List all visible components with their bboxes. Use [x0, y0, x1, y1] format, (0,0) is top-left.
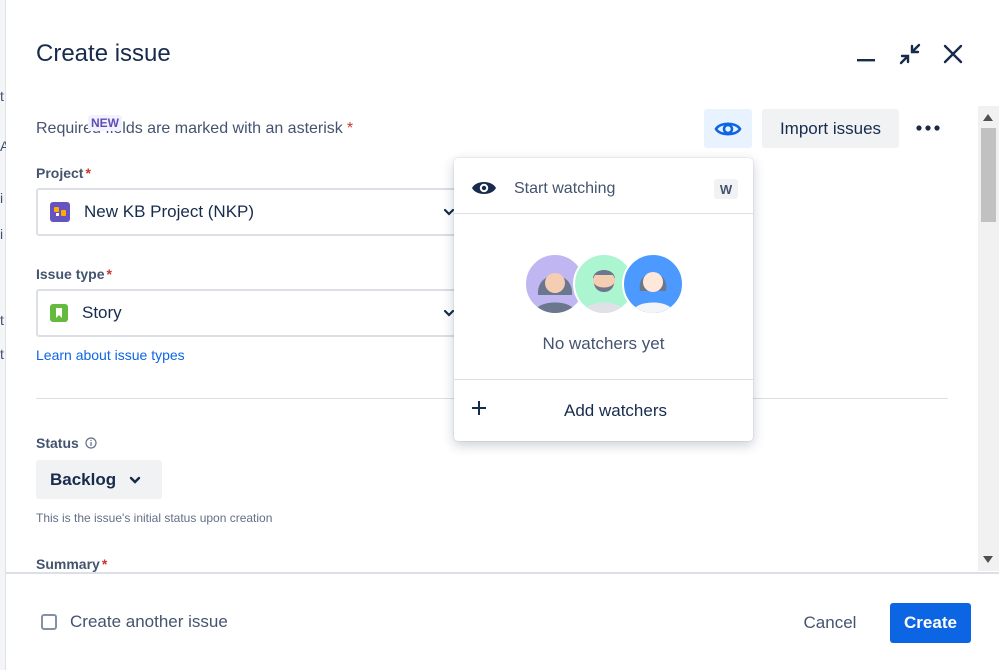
empty-watchers-illustration — [524, 253, 684, 315]
scroll-down-arrow[interactable] — [983, 556, 993, 563]
required-asterisk: * — [85, 165, 91, 181]
avatar — [622, 253, 684, 315]
create-another-checkbox[interactable] — [41, 614, 57, 630]
minimize-icon — [857, 59, 875, 62]
close-icon — [943, 44, 963, 64]
shrink-button[interactable] — [894, 38, 926, 70]
close-button[interactable] — [937, 38, 969, 70]
start-watching-label: Start watching — [514, 180, 616, 197]
scroll-up-arrow[interactable] — [983, 114, 993, 121]
status-label: Status — [36, 435, 97, 451]
required-asterisk: * — [346, 120, 354, 137]
shortcut-key: W — [714, 179, 738, 199]
required-asterisk: * — [106, 266, 112, 282]
create-another-label[interactable]: Create another issue — [70, 612, 228, 632]
project-label-text: Project — [36, 165, 84, 181]
project-select[interactable]: New KB Project (NKP) — [36, 188, 466, 236]
info-icon[interactable] — [85, 437, 97, 449]
required-fields-text: Required fields are marked with an aster… — [36, 120, 343, 137]
no-watchers-text: No watchers yet — [542, 334, 665, 353]
scroll-thumb[interactable] — [981, 128, 996, 222]
modal-footer: Create another issue Cancel Create — [6, 572, 999, 670]
learn-issue-types-link[interactable]: Learn about issue types — [36, 347, 185, 363]
chevron-down-icon — [129, 476, 141, 484]
story-icon — [50, 304, 68, 322]
add-watchers-label: Add watchers — [564, 401, 667, 420]
summary-label-text: Summary — [36, 556, 100, 572]
import-issues-button[interactable]: Import issues — [762, 109, 899, 148]
required-asterisk: * — [101, 556, 108, 572]
watch-button[interactable] — [704, 109, 752, 148]
status-label-text: Status — [36, 435, 79, 451]
eye-icon — [472, 182, 496, 194]
shrink-icon — [899, 43, 921, 65]
popup-divider — [454, 379, 753, 380]
issue-type-select[interactable]: Story — [36, 289, 466, 337]
modal-title: Create issue — [36, 40, 171, 67]
issue-type-label: Issue type * — [36, 266, 112, 282]
more-icon — [916, 125, 940, 131]
project-value: New KB Project (NKP) — [84, 202, 255, 221]
status-helper-text: This is the issue's initial status upon … — [36, 511, 273, 525]
status-value: Backlog — [50, 469, 117, 489]
issue-type-value: Story — [82, 303, 122, 322]
summary-label: Summary * — [36, 556, 107, 572]
minimize-button[interactable] — [850, 38, 882, 70]
new-badge: NEW — [88, 115, 122, 131]
watchers-popup: Start watching W No watchers yet Add wat… — [454, 158, 753, 441]
start-watching-item[interactable]: Start watching W — [454, 158, 753, 213]
cancel-button[interactable]: Cancel — [794, 603, 866, 643]
popup-divider — [454, 213, 753, 214]
create-button[interactable]: Create — [890, 603, 971, 643]
project-label: Project * — [36, 165, 91, 181]
more-actions-button[interactable] — [912, 112, 944, 144]
issue-type-label-text: Issue type — [36, 266, 105, 282]
add-watchers-item[interactable]: Add watchers — [454, 381, 753, 441]
required-fields-note: Required fields are marked with an aster… — [36, 120, 353, 138]
scrollbar[interactable] — [978, 106, 999, 571]
eye-icon — [714, 121, 742, 136]
status-dropdown[interactable]: Backlog — [36, 460, 162, 499]
project-avatar-icon — [50, 202, 70, 222]
